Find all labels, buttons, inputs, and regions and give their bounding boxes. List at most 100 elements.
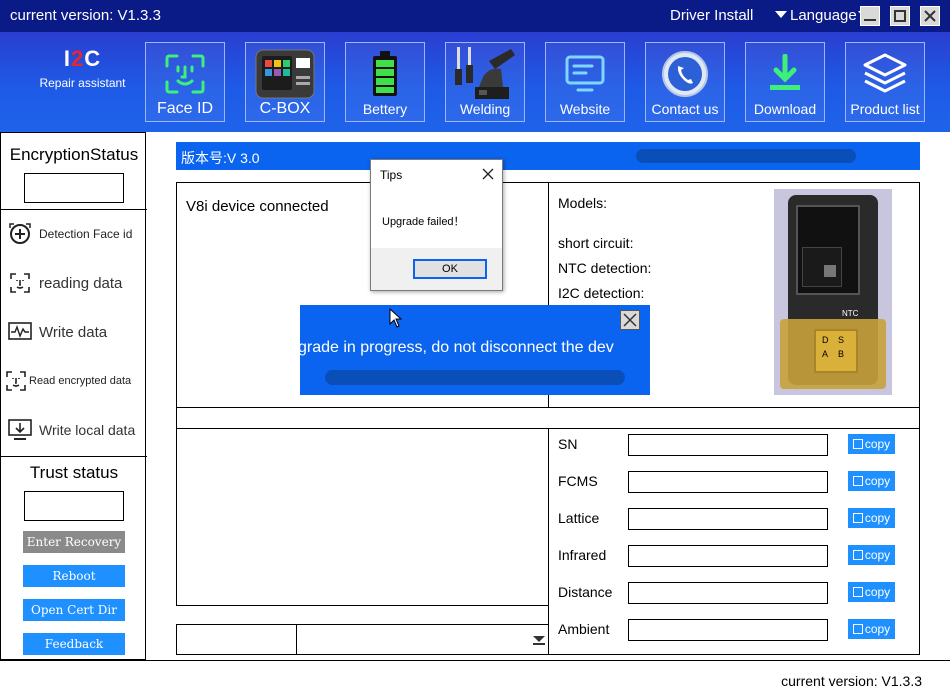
distance-field[interactable]	[628, 582, 828, 604]
status-bar: current version: V1.3.3	[0, 660, 950, 700]
mouse-cursor-icon	[389, 308, 403, 328]
divider	[1, 209, 147, 210]
driver-install-link[interactable]: Driver Install	[670, 7, 753, 24]
toolbar-battery-button[interactable]: Bettery	[345, 42, 425, 122]
header-progress-bar	[636, 149, 856, 163]
chip-d-text: D	[822, 335, 829, 345]
toolbar-product-list-button[interactable]: Product list	[845, 42, 925, 122]
chip-ntc-text: NTC	[842, 309, 859, 318]
minimize-button[interactable]	[860, 6, 880, 26]
sn-label: SN	[558, 436, 578, 452]
menu-read-encrypted-data-label: Read encrypted data	[29, 375, 132, 387]
chip-b-text: B	[838, 349, 845, 359]
ambient-field[interactable]	[628, 619, 828, 641]
language-dropdown[interactable]: Language	[775, 7, 870, 24]
open-cert-dir-button[interactable]: Open Cert Dir	[23, 599, 125, 621]
menu-detection-face-id-label: Detection Face id	[39, 227, 133, 241]
toolbar-website-button[interactable]: Website	[545, 42, 625, 122]
close-icon	[924, 10, 936, 22]
lattice-copy-button[interactable]: copy	[848, 508, 895, 528]
upgrade-progress-bar	[325, 370, 625, 385]
menu-write-data-label: Write data	[39, 323, 108, 341]
encryption-status-field	[24, 173, 124, 203]
ambient-label: Ambient	[558, 621, 610, 637]
separator-row	[176, 407, 920, 429]
copy-icon	[852, 513, 863, 523]
infrared-field[interactable]	[628, 545, 828, 567]
soldering-station-icon	[455, 47, 515, 99]
infrared-copy-button[interactable]: copy	[848, 545, 895, 565]
models-label: Models:	[558, 195, 608, 211]
fcms-label: FCMS	[558, 473, 598, 489]
menu-write-local-data-label: Write local data	[39, 422, 136, 438]
toolbar-face-id-label: Face ID	[156, 100, 213, 117]
language-label: Language	[790, 7, 857, 24]
logo-subtitle: Repair assistant	[39, 76, 126, 90]
main-toolbar: I2C Repair assistant Face ID C-BOX Bette…	[0, 32, 950, 132]
copy-icon	[852, 624, 863, 634]
upgrade-close-button[interactable]	[620, 310, 640, 330]
reboot-button[interactable]: Reboot	[23, 565, 125, 587]
status-version-label: current version: V1.3.3	[781, 673, 922, 689]
short-circuit-label: short circuit:	[558, 235, 634, 251]
face-detect-icon	[9, 223, 31, 244]
divider	[1, 456, 147, 457]
tips-ok-button[interactable]: OK	[413, 259, 487, 279]
fcms-copy-button[interactable]: copy	[848, 471, 895, 491]
tips-dialog-title: Tips	[380, 168, 403, 182]
infrared-label: Infrared	[558, 547, 607, 563]
website-monitor-icon	[565, 55, 605, 92]
sn-copy-button[interactable]: copy	[848, 434, 895, 454]
toolbar-contact-label: Contact us	[651, 101, 719, 117]
tips-dialog: Tips Upgrade failed！ OK	[370, 159, 503, 291]
menu-read-encrypted-data[interactable]: Read encrypted data	[5, 366, 143, 396]
trust-status-field	[24, 491, 124, 521]
upgrade-progress-banner: grade in progress, do not disconnect the…	[300, 305, 650, 395]
copy-icon	[852, 587, 863, 597]
chip-a-text: A	[822, 349, 829, 359]
enter-recovery-button[interactable]: Enter Recovery	[23, 531, 125, 553]
face-scan-icon	[10, 273, 30, 293]
c-box-device-icon	[255, 49, 315, 99]
menu-reading-data[interactable]: reading data	[7, 268, 145, 298]
app-version-label: current version: V1.3.3	[10, 7, 161, 24]
toolbar-contact-button[interactable]: Contact us	[645, 42, 725, 122]
toolbar-c-box-button[interactable]: C-BOX	[245, 42, 325, 122]
device-connected-text: V8i device connected	[186, 198, 329, 215]
fcms-field[interactable]	[628, 471, 828, 493]
bottom-dropdown[interactable]	[296, 624, 549, 655]
logo-mark: I2C	[63, 46, 102, 71]
menu-write-data[interactable]: Write data	[7, 317, 145, 347]
lattice-field[interactable]	[628, 508, 828, 530]
ambient-copy-button[interactable]: copy	[848, 619, 895, 639]
distance-label: Distance	[558, 584, 613, 600]
download-icon	[770, 54, 800, 90]
toolbar-download-button[interactable]: Download	[745, 42, 825, 122]
battery-icon	[373, 51, 397, 96]
toolbar-welding-button[interactable]: Welding	[445, 42, 525, 122]
toolbar-website-label: Website	[559, 101, 611, 117]
trust-status-title: Trust status	[29, 463, 119, 482]
maximize-button[interactable]	[890, 6, 910, 26]
menu-detection-face-id[interactable]: Detection Face id	[7, 219, 145, 249]
firmware-version-label: 版本号:V 3.0	[181, 150, 260, 166]
copy-icon	[852, 550, 863, 560]
feedback-button[interactable]: Feedback	[23, 633, 125, 655]
app-logo: I2C Repair assistant	[35, 46, 130, 96]
close-icon[interactable]	[481, 167, 495, 181]
bottom-left-field[interactable]	[176, 624, 297, 655]
title-bar: current version: V1.3.3 Driver Install L…	[0, 0, 950, 32]
chip-s-text: S	[838, 335, 845, 345]
toolbar-face-id-button[interactable]: Face ID	[145, 42, 225, 122]
sn-field[interactable]	[628, 434, 828, 456]
menu-reading-data-label: reading data	[39, 274, 123, 292]
maximize-icon	[894, 10, 906, 22]
menu-write-local-data[interactable]: Write local data	[7, 415, 145, 445]
toolbar-product-list-label: Product list	[850, 101, 920, 117]
i2c-detection-label: I2C detection:	[558, 285, 645, 301]
close-icon	[623, 313, 637, 327]
close-window-button[interactable]	[920, 6, 940, 26]
layers-icon	[863, 53, 907, 93]
distance-copy-button[interactable]: copy	[848, 582, 895, 602]
encryption-status-title: EncryptionStatus	[9, 145, 139, 164]
